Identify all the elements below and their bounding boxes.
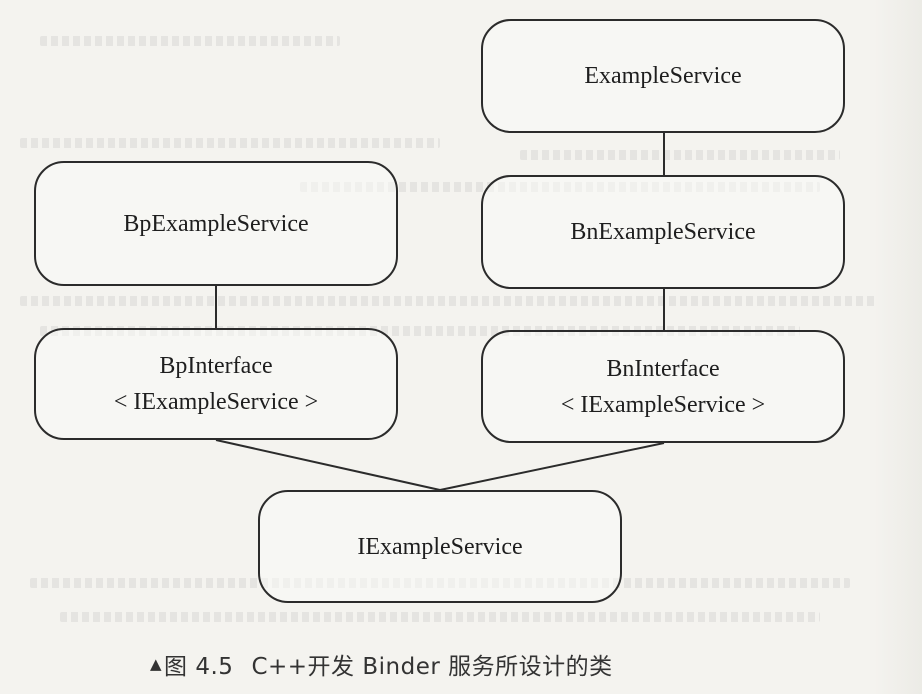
node-bp-interface: BpInterface < IExampleService > [34, 328, 398, 440]
node-label: BnInterface [606, 355, 720, 382]
node-label: BpInterface [159, 353, 273, 379]
caption-triangle-icon: ▲ [150, 655, 163, 673]
edge-bn-interface-to-iexample-service [439, 442, 665, 491]
node-label: ExampleService [584, 63, 742, 89]
node-template-argument: < IExampleService > [113, 389, 319, 415]
node-iexample-service: IExampleService [258, 490, 622, 603]
node-bp-example-service: BpExampleService [34, 161, 398, 286]
node-label: BnExampleService [570, 219, 756, 245]
node-template-argument: < IExampleService > [560, 391, 766, 418]
node-bn-interface: BnInterface < IExampleService > [481, 330, 845, 443]
node-label: IExampleService [357, 533, 523, 560]
edge-bp-interface-to-iexample-service [215, 439, 441, 491]
node-example-service: ExampleService [481, 19, 845, 133]
node-bn-example-service: BnExampleService [481, 175, 845, 289]
figure-caption: ▲ 图 4.5 C++开发 Binder 服务所设计的类 [150, 647, 790, 681]
figure-label: 图 4.5 [164, 654, 234, 680]
caption-text: C++开发 Binder 服务所设计的类 [251, 654, 613, 680]
node-label: BpExampleService [123, 210, 309, 237]
